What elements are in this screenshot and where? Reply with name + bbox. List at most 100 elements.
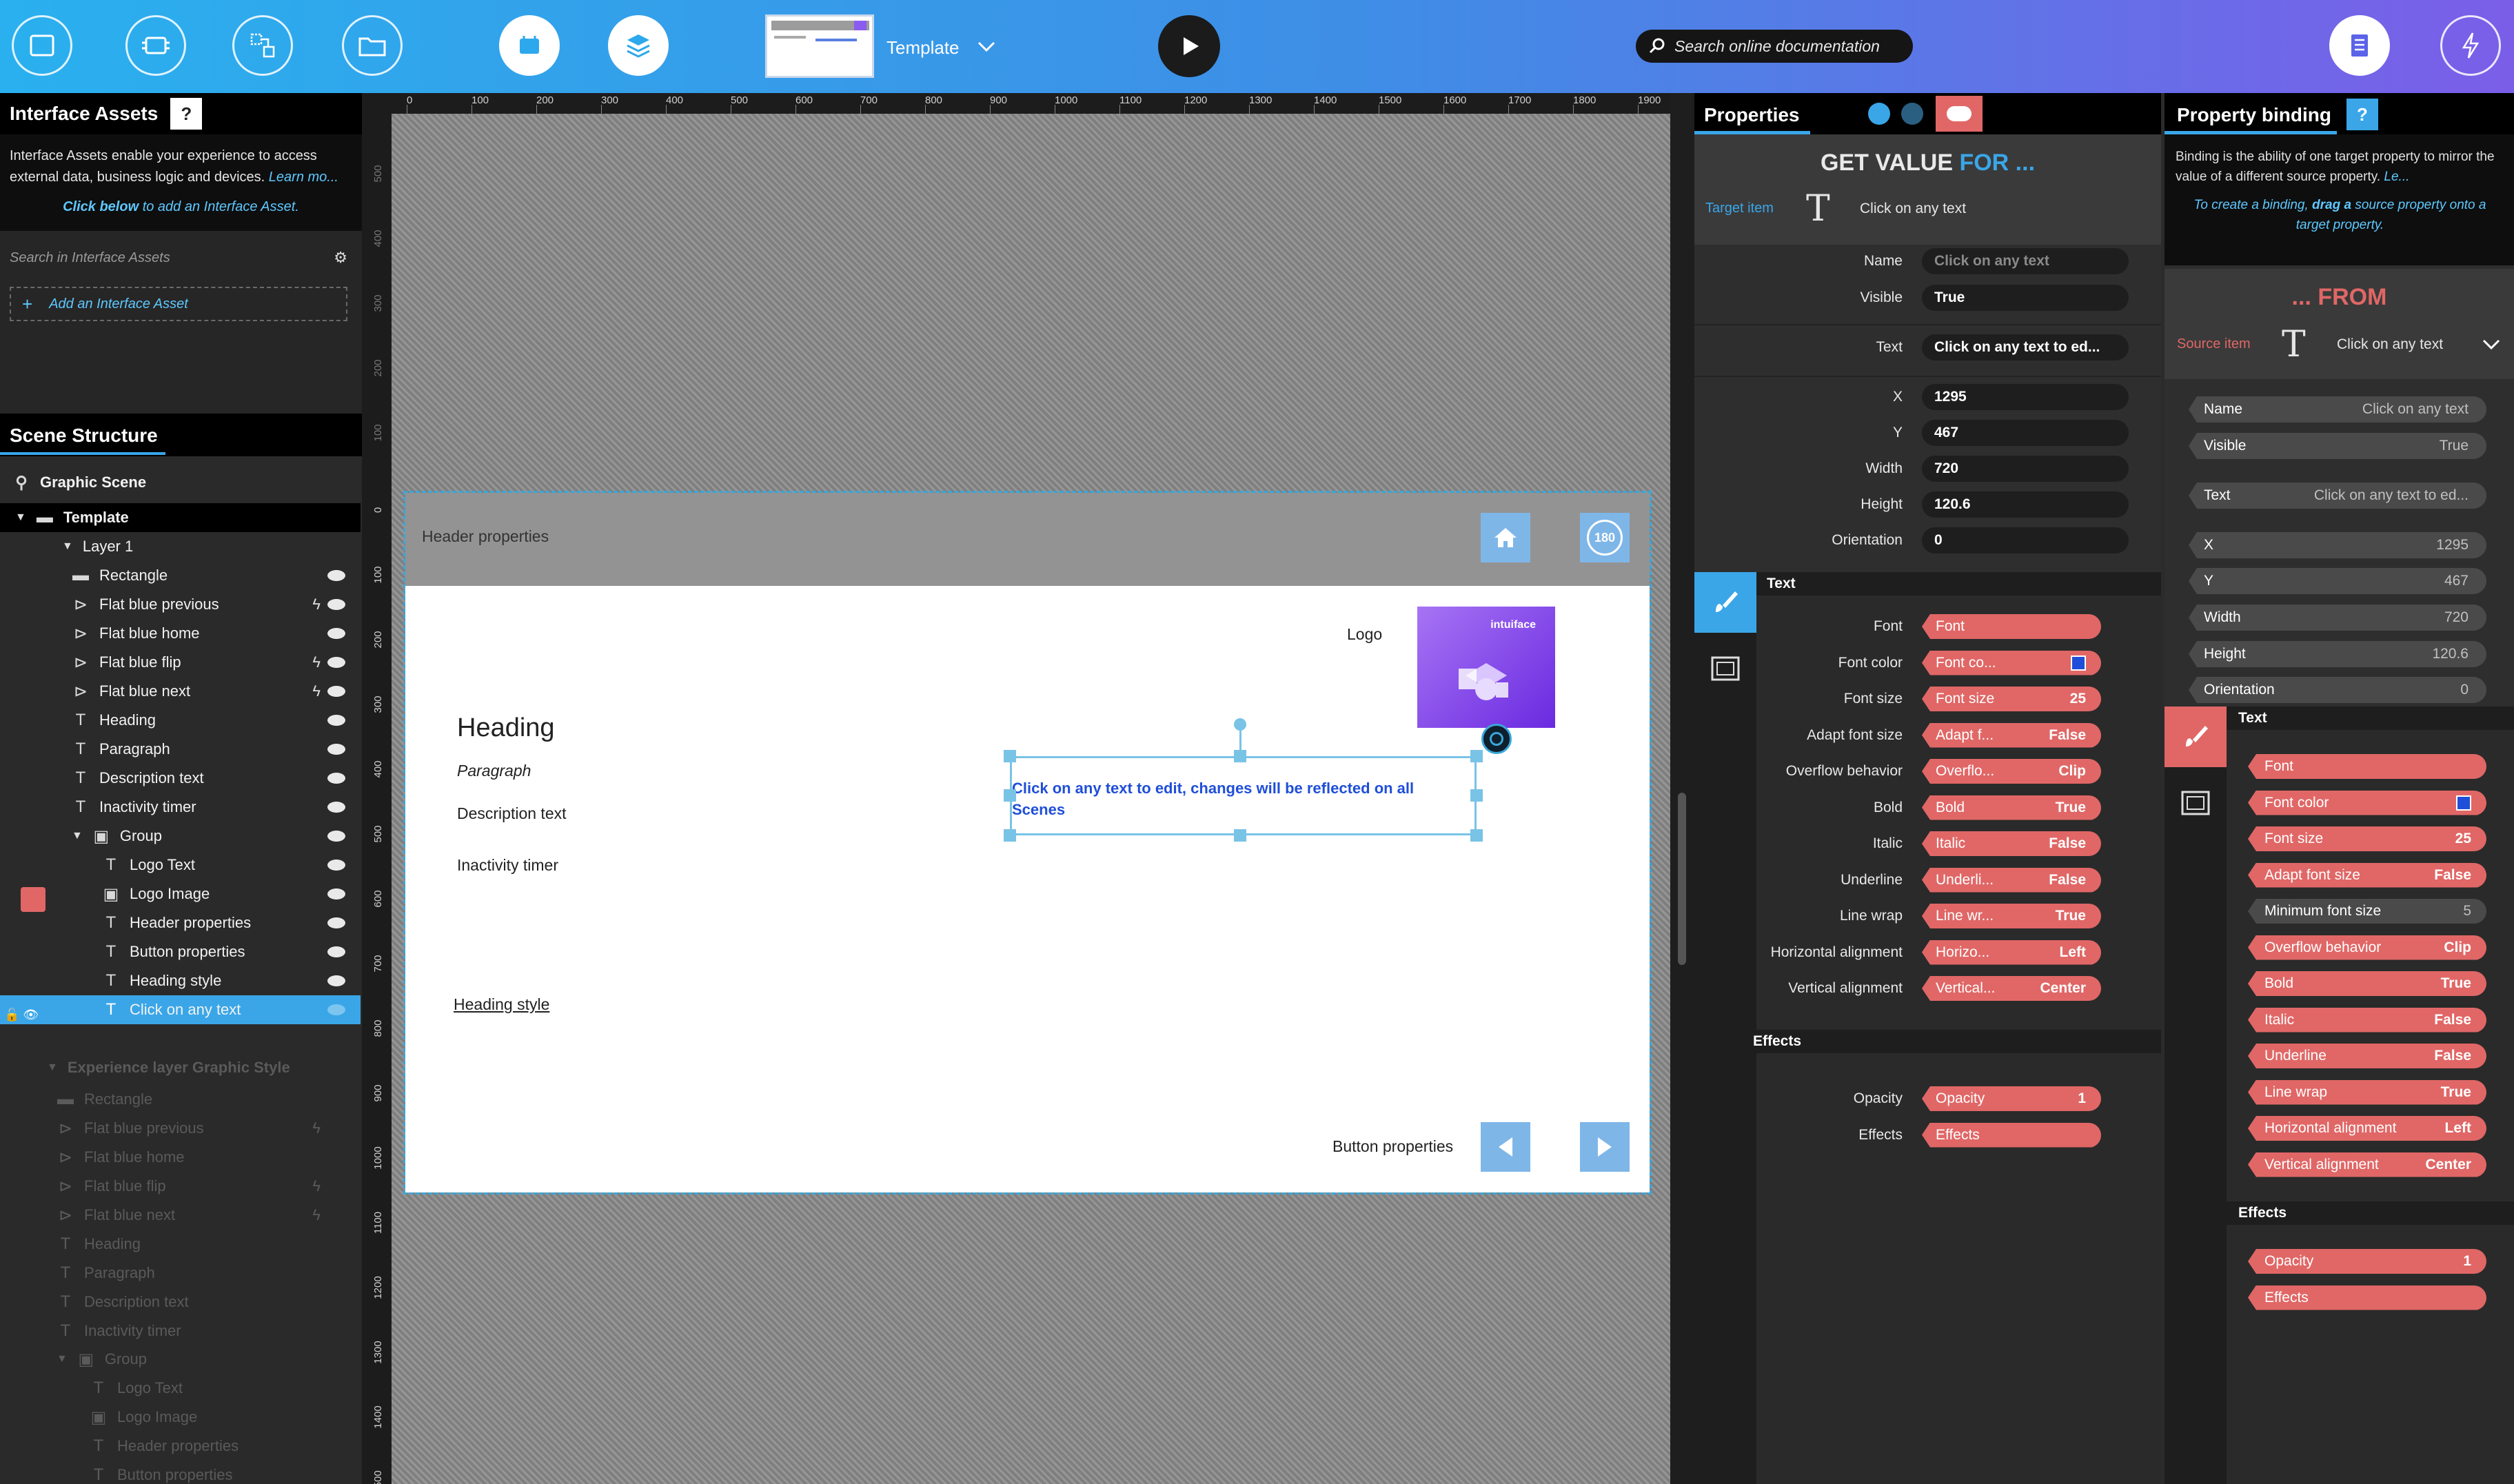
- eye-icon[interactable]: [327, 686, 345, 697]
- tree-item[interactable]: ⊳ Flat blue next ϟ: [0, 677, 361, 706]
- property-input[interactable]: Click on any text to ed...: [1922, 334, 2129, 360]
- resize-handle-t[interactable]: [1234, 750, 1246, 762]
- tree-item[interactable]: ⊳ Flat blue next ϟ: [0, 1201, 361, 1230]
- tree-experience-layer[interactable]: ▼ Experience layer Graphic Style: [0, 1053, 361, 1082]
- property-input[interactable]: Click on any text: [1922, 248, 2129, 274]
- source-property-row[interactable]: Text Click on any text to ed...: [2189, 482, 2486, 509]
- color-swatch[interactable]: [2456, 795, 2471, 811]
- tree-layer-1[interactable]: ▼ Layer 1: [0, 532, 361, 561]
- template-scene[interactable]: Header properties 180 Logo intuiface Hea…: [403, 491, 1652, 1195]
- chevron-down-icon[interactable]: [2480, 332, 2503, 356]
- tree-item[interactable]: ⊳ Flat blue previous ϟ: [0, 590, 361, 619]
- eye-icon[interactable]: [327, 860, 345, 871]
- tree-item[interactable]: ▬ Rectangle: [0, 561, 361, 590]
- eye-icon[interactable]: [327, 570, 345, 581]
- logo-text[interactable]: Logo: [1347, 625, 1382, 644]
- property-input[interactable]: 0: [1922, 527, 2129, 553]
- source-bound-pill[interactable]: Font size 25: [2248, 826, 2486, 851]
- tree-item[interactable]: ⊳ Flat blue flip ϟ: [0, 1172, 361, 1201]
- tree-item[interactable]: T Paragraph: [0, 1259, 361, 1288]
- tree-template[interactable]: ▼ ▬ Template: [0, 503, 361, 532]
- asset-search-input[interactable]: Search in Interface Assets ⚙: [10, 244, 347, 272]
- tree-item[interactable]: T Logo Text: [0, 851, 361, 880]
- tree-item[interactable]: T Logo Text: [0, 1374, 361, 1403]
- source-bound-pill[interactable]: Font: [2248, 754, 2486, 779]
- checklist-icon[interactable]: [2329, 15, 2390, 76]
- lightning-icon[interactable]: [2440, 15, 2501, 76]
- tree-item[interactable]: T Header properties: [0, 908, 361, 937]
- binding-tab-icon[interactable]: [1868, 103, 1890, 125]
- source-property-row[interactable]: Orientation 0: [2189, 677, 2486, 703]
- source-property-row[interactable]: Visible True: [2189, 433, 2486, 459]
- property-input[interactable]: True: [1922, 285, 2129, 311]
- source-property-row[interactable]: Height 120.6: [2189, 641, 2486, 667]
- eye-icon[interactable]: [327, 744, 345, 755]
- bound-property-pill[interactable]: Underli... False: [1922, 867, 2101, 893]
- tree-item[interactable]: T Button properties: [0, 937, 361, 966]
- bound-property-pill[interactable]: Bold True: [1922, 795, 2101, 820]
- source-property-row[interactable]: Name Click on any text: [2189, 396, 2486, 423]
- resize-handle-tr[interactable]: [1470, 750, 1483, 762]
- header-properties-text[interactable]: Header properties: [422, 527, 549, 546]
- learn-more-link[interactable]: Learn mo...: [269, 170, 338, 185]
- tree-group[interactable]: ▼ ▣ Group: [0, 822, 361, 851]
- eye-icon[interactable]: [327, 773, 345, 784]
- source-property-row[interactable]: Width 720: [2189, 604, 2486, 631]
- expand-arrow-icon[interactable]: ▼: [72, 830, 83, 842]
- scrollbar-thumb[interactable]: [1678, 793, 1686, 965]
- tree-item[interactable]: T Paragraph: [0, 735, 361, 764]
- template-name[interactable]: Template: [886, 37, 960, 59]
- property-input[interactable]: 1295: [1922, 384, 2129, 410]
- target-item-name[interactable]: Click on any text: [1860, 201, 1966, 217]
- tree-item[interactable]: T Heading: [0, 1230, 361, 1259]
- resize-handle-r[interactable]: [1470, 789, 1483, 802]
- eye-icon[interactable]: [327, 946, 345, 957]
- tree-item[interactable]: T Heading: [0, 706, 361, 735]
- device-icon[interactable]: [125, 15, 186, 76]
- property-input[interactable]: 720: [1922, 456, 2129, 482]
- canvas-scrollbar[interactable]: [1670, 93, 1694, 1484]
- source-bound-pill[interactable]: Horizontal alignment Left: [2248, 1116, 2486, 1141]
- bound-property-pill[interactable]: Line wr... True: [1922, 904, 2101, 928]
- source-bound-pill[interactable]: Underline False: [2248, 1044, 2486, 1068]
- help-icon[interactable]: ?: [170, 98, 203, 130]
- paragraph-text[interactable]: Paragraph: [457, 762, 531, 780]
- bound-property-pill[interactable]: Font co...: [1922, 650, 2101, 675]
- bound-property-pill[interactable]: Effects: [1922, 1122, 2101, 1148]
- source-bound-pill[interactable]: Overflow behavior Clip: [2248, 935, 2486, 960]
- eye-icon[interactable]: [327, 802, 345, 813]
- tree-exp-group[interactable]: ▼ ▣ Group: [0, 1345, 361, 1374]
- bound-property-pill[interactable]: Overflo... Clip: [1922, 759, 2101, 784]
- template-thumbnail[interactable]: [765, 14, 874, 78]
- bound-property-pill[interactable]: Italic False: [1922, 831, 2101, 856]
- resize-handle-bl[interactable]: [1004, 829, 1016, 842]
- source-bound-pill[interactable]: Adapt font size False: [2248, 862, 2486, 888]
- logo-image[interactable]: intuiface: [1417, 607, 1555, 728]
- tree-item[interactable]: T Description text: [0, 1288, 361, 1317]
- heading-style-text[interactable]: Heading style: [454, 995, 549, 1014]
- hidden-eye-badge[interactable]: [21, 887, 45, 912]
- resize-handle-tl[interactable]: [1004, 750, 1016, 762]
- bound-property-pill[interactable]: Opacity 1: [1922, 1086, 2101, 1111]
- source-effects-pill[interactable]: Effects: [2248, 1285, 2486, 1310]
- source-bound-pill[interactable]: Minimum font size 5: [2248, 899, 2486, 924]
- eye-icon[interactable]: [327, 1004, 345, 1015]
- properties-tab[interactable]: Properties: [1704, 104, 1800, 126]
- tree-item[interactable]: T Header properties: [0, 1432, 361, 1461]
- source-bound-pill[interactable]: Vertical alignment Center: [2248, 1152, 2486, 1177]
- tree-graphic-scene[interactable]: ⚲ Graphic Scene: [0, 468, 361, 497]
- tree-item[interactable]: T Description text: [0, 764, 361, 793]
- source-bound-pill[interactable]: Font color: [2248, 790, 2486, 815]
- binding-brush-button[interactable]: [2165, 707, 2227, 767]
- source-bound-pill[interactable]: Bold True: [2248, 971, 2486, 996]
- tree-item[interactable]: ▬ Rectangle: [0, 1085, 361, 1114]
- bound-property-pill[interactable]: Horizo... Left: [1922, 939, 2101, 965]
- settings-gear-icon[interactable]: ⚙: [334, 249, 347, 267]
- expand-arrow-icon[interactable]: ▼: [15, 511, 26, 524]
- description-text[interactable]: Description text: [457, 804, 567, 823]
- source-property-row[interactable]: Y 467: [2189, 568, 2486, 594]
- expand-arrow-icon[interactable]: ▼: [57, 1353, 68, 1365]
- scene-outline-icon[interactable]: [12, 15, 72, 76]
- tree-item[interactable]: ⊳ Flat blue previous ϟ: [0, 1114, 361, 1143]
- selected-text-box[interactable]: Click on any text to edit, changes will …: [1010, 756, 1477, 835]
